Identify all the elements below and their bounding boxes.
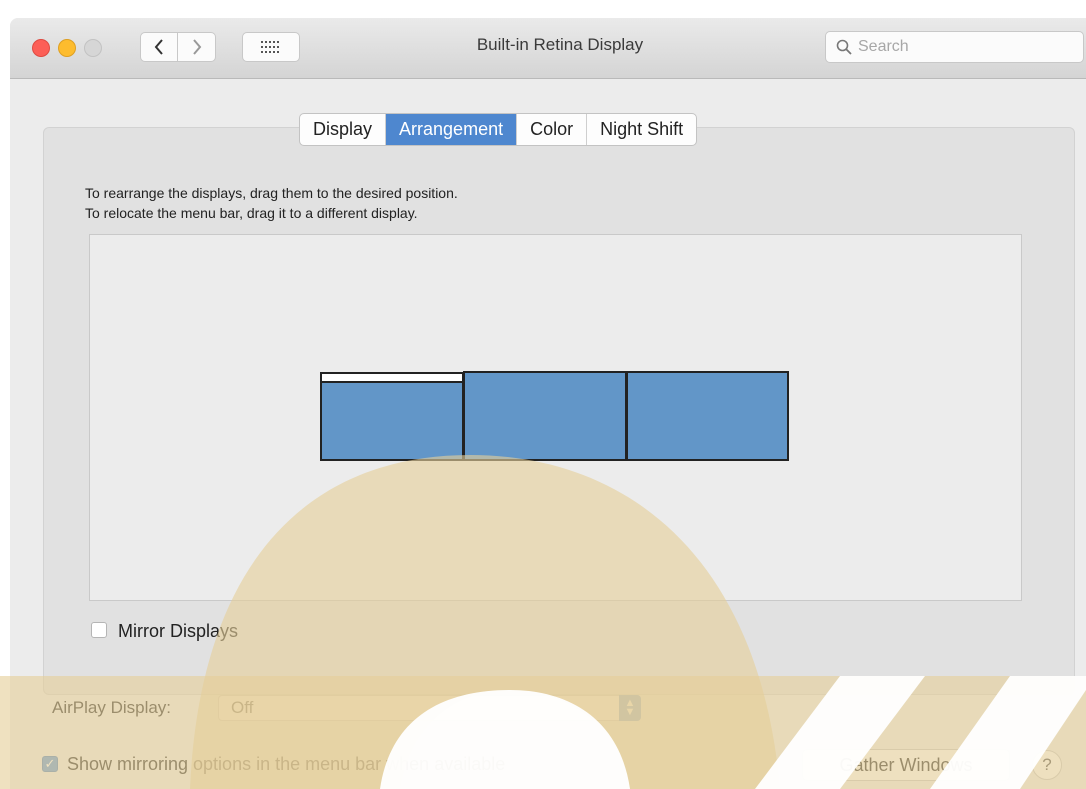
airplay-display-value: Off	[231, 698, 254, 717]
system-preferences-window: Built-in Retina Display Search Display A…	[10, 18, 1086, 789]
window-title: Built-in Retina Display	[476, 35, 644, 54]
search-field[interactable]: Search	[825, 31, 1084, 63]
show-mirroring-label: Show mirroring options in the menu bar w…	[67, 754, 506, 774]
grid-icon	[261, 41, 279, 53]
minimize-window-button[interactable]	[58, 39, 76, 57]
zoom-window-button[interactable]	[84, 39, 102, 57]
menu-bar-handle[interactable]	[322, 374, 462, 383]
mirror-displays-label: Mirror Displays	[118, 621, 239, 641]
tab-bar: Display Arrangement Color Night Shift	[299, 113, 698, 146]
tab-night-shift[interactable]: Night Shift	[587, 114, 696, 145]
chevron-left-icon	[154, 39, 163, 55]
mirror-displays-checkbox[interactable]	[91, 622, 107, 638]
gather-windows-button[interactable]: Gather Windows	[802, 749, 1010, 781]
display-1[interactable]	[320, 372, 464, 461]
search-placeholder: Search	[858, 38, 909, 55]
forward-button[interactable]	[178, 32, 216, 62]
show-all-button[interactable]	[242, 32, 300, 62]
instruction-line-2: To relocate the menu bar, drag it to a d…	[85, 205, 418, 221]
display-arrangement-area[interactable]	[89, 234, 1022, 601]
select-stepper-icon: ▲ ▼	[619, 695, 641, 721]
close-window-button[interactable]	[32, 39, 50, 57]
airplay-display-select[interactable]: Off ▲ ▼	[218, 695, 641, 721]
tab-display[interactable]: Display	[300, 114, 387, 145]
display-2[interactable]	[463, 371, 627, 461]
help-button[interactable]: ?	[1032, 750, 1062, 780]
tab-color[interactable]: Color	[517, 114, 588, 145]
tab-arrangement[interactable]: Arrangement	[386, 114, 518, 145]
display-3[interactable]	[626, 371, 789, 461]
airplay-display-label: AirPlay Display:	[52, 698, 172, 717]
chevron-right-icon	[192, 39, 201, 55]
title-bar: Built-in Retina Display Search	[10, 18, 1086, 79]
show-mirroring-checkbox[interactable]: ✓	[42, 756, 58, 772]
instruction-line-1: To rearrange the displays, drag them to …	[85, 185, 458, 201]
back-button[interactable]	[140, 32, 178, 62]
magnifying-glass-icon	[836, 39, 852, 55]
